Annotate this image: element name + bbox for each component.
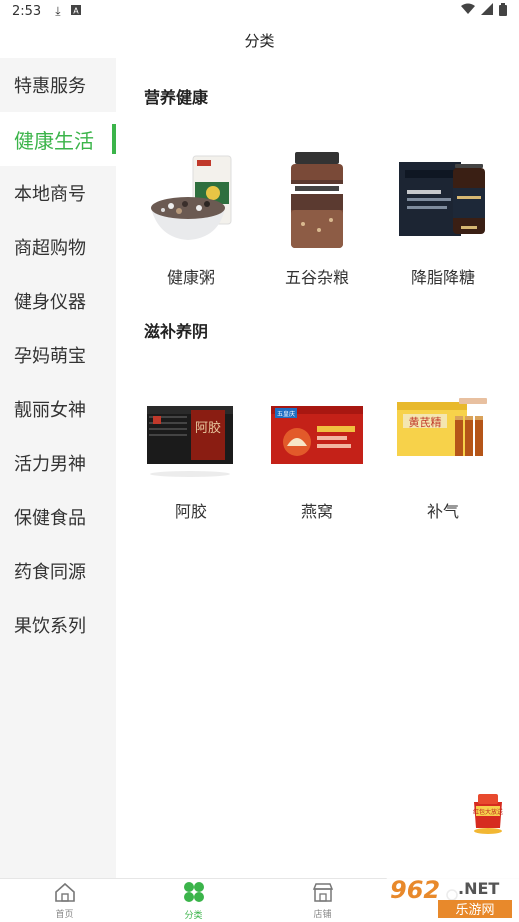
category-tile-tonic-qi[interactable]: 黄芪精 补气 [380, 380, 506, 522]
sidebar-item-label: 靓丽女神 [14, 400, 86, 421]
sidebar-item-label: 健身仪器 [14, 292, 86, 313]
nav-category[interactable]: 分类 [129, 879, 258, 922]
sidebar-item-label: 活力男神 [14, 454, 86, 475]
page-title: 分类 [244, 31, 275, 50]
sidebar-item-label: 健康生活 [14, 128, 94, 153]
section-title: 营养健康 [144, 88, 209, 107]
nav-home[interactable]: 首页 [0, 879, 129, 922]
svg-text:A: A [73, 7, 79, 16]
nav-shop[interactable]: 店铺 [258, 879, 387, 922]
ejiao-box-image: 阿胶 [141, 380, 241, 486]
tile-label: 阿胶 [174, 502, 207, 521]
category-grid-icon [183, 881, 205, 907]
sidebar-item-fitness-equipment[interactable]: 健身仪器 [0, 274, 116, 328]
home-icon [54, 882, 76, 906]
category-tile-bird-nest[interactable]: 五皇庆 燕窝 [254, 380, 380, 522]
tile-label: 补气 [426, 502, 459, 521]
sidebar-item-label: 商超购物 [14, 238, 86, 259]
tile-label: 五谷杂粮 [284, 268, 349, 287]
lipid-product-image [393, 146, 493, 252]
category-content: 营养健康 健康粥 五谷杂粮 降脂降糖 滋补养阴 阿胶 阿胶 五皇庆 燕窝 黄芪精… [116, 58, 519, 878]
signal-icon [481, 3, 493, 19]
red-envelope-fab[interactable]: 红包大放送 [470, 792, 506, 836]
sidebar-item-local-shops[interactable]: 本地商号 [0, 166, 116, 220]
notification-a-icon: A [70, 4, 81, 18]
download-icon: ⤓ [55, 3, 61, 18]
sidebar-item-men[interactable]: 活力男神 [0, 436, 116, 490]
sidebar-item-mother-baby[interactable]: 孕妈萌宝 [0, 328, 116, 382]
sidebar-item-label: 特惠服务 [14, 76, 86, 97]
product-grid: 阿胶 阿胶 五皇庆 燕窝 黄芪精 补气 [116, 380, 519, 522]
site-watermark: 962 .NET 乐游网 [378, 872, 519, 922]
sidebar-item-label: 本地商号 [14, 184, 86, 205]
category-tile-ejiao[interactable]: 阿胶 阿胶 [128, 380, 254, 522]
nav-label: 店铺 [313, 909, 332, 920]
title-bar: 分类 [0, 22, 519, 58]
tile-label: 健康粥 [166, 268, 215, 287]
porridge-image [141, 146, 241, 252]
fab-text: 红包大放送 [473, 808, 503, 816]
sidebar-item-label: 保健食品 [14, 508, 86, 529]
store-icon [312, 882, 334, 906]
nav-label: 首页 [55, 909, 74, 920]
grains-jar-image [267, 146, 367, 252]
tile-label: 降脂降糖 [410, 268, 475, 287]
sidebar-item-label: 孕妈萌宝 [14, 346, 86, 367]
wifi-icon [461, 3, 475, 19]
battery-icon [499, 2, 507, 20]
category-tile-porridge[interactable]: 健康粥 [128, 146, 254, 288]
tile-label: 燕窝 [300, 502, 333, 521]
category-tile-lipid-sugar[interactable]: 降脂降糖 [380, 146, 506, 288]
sidebar-item-food-medicine[interactable]: 药食同源 [0, 544, 116, 598]
sidebar-item-health-food[interactable]: 保健食品 [0, 490, 116, 544]
bird-nest-brand-text: 五皇庆 [277, 410, 295, 418]
product-grid: 健康粥 五谷杂粮 降脂降糖 [116, 146, 519, 288]
sidebar-item-label: 果饮系列 [14, 616, 86, 637]
nav-label: 分类 [184, 910, 203, 921]
watermark-suffix: .NET [458, 879, 499, 898]
status-time: 2:53 [12, 3, 42, 19]
huangqi-box-text: 黄芪精 [409, 415, 442, 429]
category-tile-grains[interactable]: 五谷杂粮 [254, 146, 380, 288]
category-sidebar: 特惠服务 健康生活 本地商号 商超购物 健身仪器 孕妈萌宝 靓丽女神 活力男神 … [0, 58, 116, 878]
sidebar-item-special-service[interactable]: 特惠服务 [0, 58, 116, 112]
ejiao-box-text: 阿胶 [195, 420, 221, 436]
huangqi-product-image: 黄芪精 [393, 380, 493, 486]
sidebar-item-supermarket[interactable]: 商超购物 [0, 220, 116, 274]
watermark-number: 962 [390, 876, 440, 904]
sidebar-item-beauty[interactable]: 靓丽女神 [0, 382, 116, 436]
bird-nest-box-image: 五皇庆 [267, 380, 367, 486]
section-title: 滋补养阴 [144, 322, 209, 341]
sidebar-item-healthy-living[interactable]: 健康生活 [0, 112, 116, 166]
sidebar-item-drinks[interactable]: 果饮系列 [0, 598, 116, 652]
status-bar: 2:53 ⤓ A [0, 0, 519, 22]
sidebar-item-label: 药食同源 [14, 562, 86, 583]
watermark-name: 乐游网 [455, 903, 494, 918]
